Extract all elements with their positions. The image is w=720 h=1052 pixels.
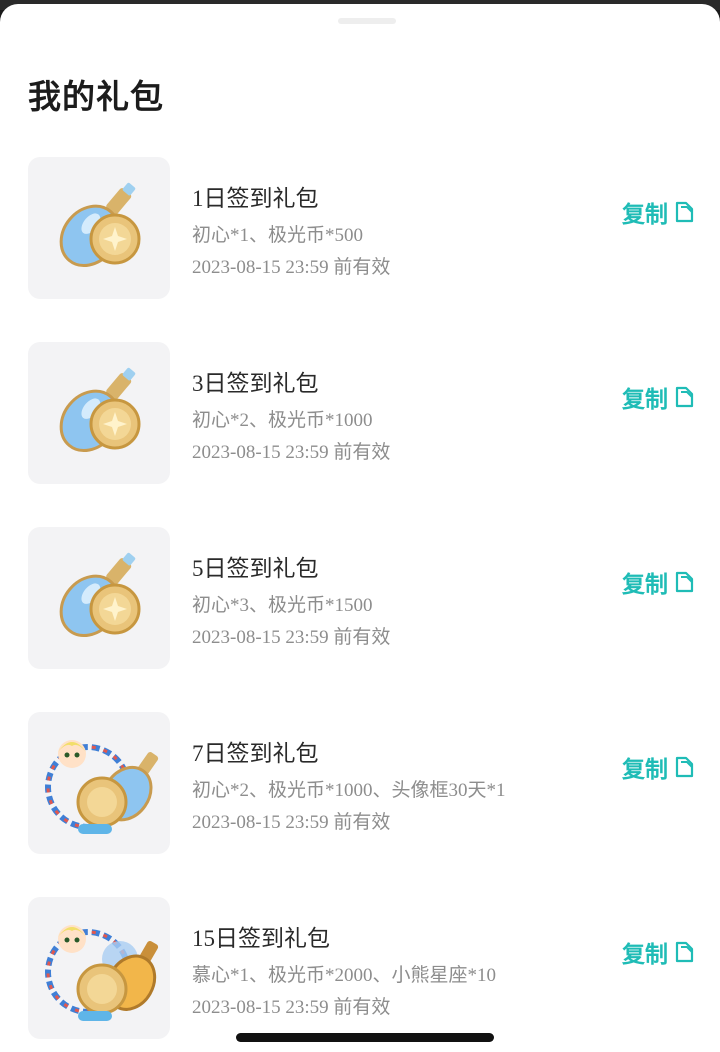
gift-item: 3日签到礼包 初心*2、极光币*1000 2023-08-15 23:59 前有… <box>0 337 720 522</box>
sheet-drag-handle[interactable] <box>338 18 396 24</box>
copy-label: 复制 <box>622 572 668 598</box>
copy-icon <box>675 756 694 778</box>
gift-contents: 初心*3、极光币*1500 <box>192 595 373 616</box>
gift-contents: 初心*2、极光币*1000 <box>192 410 373 431</box>
copy-button[interactable]: 复制 <box>622 566 698 598</box>
potion-and-coin-icon <box>28 342 170 484</box>
copy-label: 复制 <box>622 202 668 228</box>
gift-item: 1日签到礼包 初心*1、极光币*500 2023-08-15 23:59 前有效… <box>0 152 720 337</box>
copy-label: 复制 <box>622 757 668 783</box>
copy-icon <box>675 941 694 963</box>
gift-contents: 初心*1、极光币*500 <box>192 225 364 246</box>
gift-expiry: 2023-08-15 23:59 前有效 <box>192 997 391 1018</box>
copy-label: 复制 <box>622 387 668 413</box>
gift-item: 7日签到礼包 初心*2、极光币*1000、头像框30天*1 2023-08-15… <box>0 707 720 892</box>
copy-button[interactable]: 复制 <box>622 936 698 968</box>
copy-label: 复制 <box>622 942 668 968</box>
gift-bottom-sheet: 我的礼包 1日签到礼包 初心*1、极光币*500 2023-08-15 23:5… <box>0 4 720 1052</box>
gift-name: 7日签到礼包 <box>192 741 319 766</box>
gift-expiry: 2023-08-15 23:59 前有效 <box>192 257 391 278</box>
avatar-frame-golden-bundle-icon <box>28 897 170 1039</box>
gift-expiry: 2023-08-15 23:59 前有效 <box>192 812 391 833</box>
potion-and-coin-icon <box>28 527 170 669</box>
copy-icon <box>675 386 694 408</box>
gift-name: 1日签到礼包 <box>192 186 319 211</box>
gift-expiry: 2023-08-15 23:59 前有效 <box>192 442 391 463</box>
gift-contents: 初心*2、极光币*1000、头像框30天*1 <box>192 780 506 801</box>
gift-contents: 慕心*1、极光币*2000、小熊星座*10 <box>192 965 497 986</box>
home-indicator[interactable] <box>236 1033 494 1042</box>
sheet-title: 我的礼包 <box>28 77 164 116</box>
avatar-frame-bundle-icon <box>28 712 170 854</box>
gift-expiry: 2023-08-15 23:59 前有效 <box>192 627 391 648</box>
copy-icon <box>675 201 694 223</box>
gift-name: 3日签到礼包 <box>192 371 319 396</box>
gift-name: 5日签到礼包 <box>192 556 319 581</box>
copy-button[interactable]: 复制 <box>622 751 698 783</box>
potion-and-coin-icon <box>28 157 170 299</box>
copy-icon <box>675 571 694 593</box>
gift-name: 15日签到礼包 <box>192 926 330 951</box>
copy-button[interactable]: 复制 <box>622 196 698 228</box>
gift-item: 5日签到礼包 初心*3、极光币*1500 2023-08-15 23:59 前有… <box>0 522 720 707</box>
gift-item: 15日签到礼包 慕心*1、极光币*2000、小熊星座*10 2023-08-15… <box>0 892 720 1052</box>
gift-list: 1日签到礼包 初心*1、极光币*500 2023-08-15 23:59 前有效… <box>0 152 720 1052</box>
copy-button[interactable]: 复制 <box>622 381 698 413</box>
